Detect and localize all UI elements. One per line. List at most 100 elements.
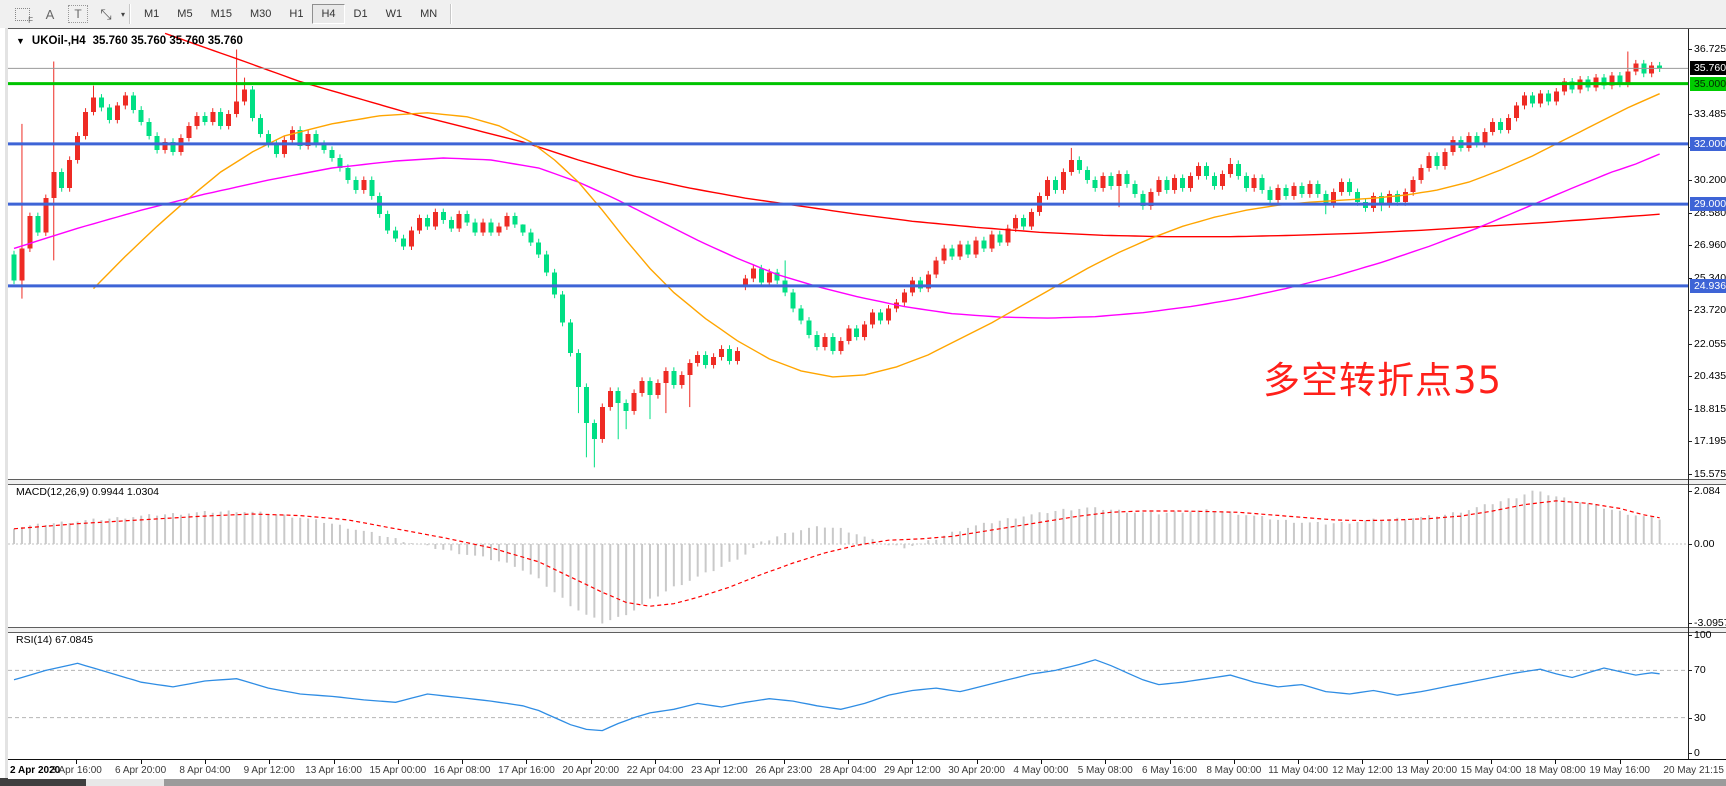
time-label: 19 May 16:00 [1589, 765, 1650, 776]
ma-slow-red [165, 33, 1660, 236]
price-tick-33.485: 33.485 [1694, 108, 1726, 120]
axis-tick-mark [1688, 441, 1692, 442]
timeframe-button-d1[interactable]: D1 [345, 4, 377, 24]
time-label: 13 Apr 16:00 [305, 765, 362, 776]
macd-histogram [14, 491, 1660, 624]
main-price-chart[interactable] [8, 30, 1688, 478]
time-label: 18 May 08:00 [1525, 765, 1586, 776]
axis-tick-mark [1688, 409, 1692, 410]
price-tick-20.435: 20.435 [1694, 370, 1726, 382]
time-tick-mark [1105, 760, 1106, 764]
time-label: 30 Apr 20:00 [948, 765, 1005, 776]
time-tick-mark [591, 760, 592, 764]
axis-tick-mark [1688, 376, 1692, 377]
time-label: 13 May 20:00 [1396, 765, 1457, 776]
price-tick-30.200: 30.200 [1694, 174, 1726, 186]
axis-tick-mark [1688, 544, 1692, 545]
blue-level-badge-29: 29.000 [1690, 197, 1726, 211]
time-label: 5 May 08:00 [1078, 765, 1133, 776]
blue-level-badge-32: 32.000 [1690, 137, 1726, 151]
axis-tick-mark [1688, 213, 1692, 214]
axis-tick-mark [1688, 180, 1692, 181]
time-tick-mark [205, 760, 206, 764]
rsi-indicator-pane[interactable] [8, 631, 1688, 759]
axis-tick-mark [1688, 753, 1692, 754]
mt4-window: F A T ⤡ ▾ M1M5M15M30H1H4D1W1MN ▼ UKOil-,… [0, 0, 1726, 786]
timeframe-button-m30[interactable]: M30 [241, 4, 280, 24]
ma-fast-orange [94, 94, 1660, 377]
rsi-tick-100: 100 [1694, 629, 1712, 641]
indicator-grid-f-icon[interactable]: F [9, 2, 35, 26]
rsi-label: RSI(14) 67.0845 [16, 634, 93, 646]
time-label: 28 Apr 04:00 [820, 765, 877, 776]
time-label: 20 May 21:15 [1663, 765, 1724, 776]
rsi-tick-30: 30 [1694, 712, 1706, 724]
axis-tick-mark [1688, 245, 1692, 246]
time-tick-mark [912, 760, 913, 764]
price-tick-23.720: 23.720 [1694, 304, 1726, 316]
time-tick-mark [76, 760, 77, 764]
time-label: 8 May 00:00 [1206, 765, 1261, 776]
dropdown-caret-icon[interactable]: ▾ [121, 10, 125, 19]
time-tick-mark [1041, 760, 1042, 764]
time-label: 6 May 16:00 [1142, 765, 1197, 776]
timeframe-button-w1[interactable]: W1 [377, 4, 412, 24]
text-label-icon[interactable]: T [68, 5, 88, 23]
time-tick-mark [462, 760, 463, 764]
axis-tick-mark [1688, 623, 1692, 624]
macd-tick--3.0957: -3.0957 [1694, 617, 1726, 629]
collapse-triangle-icon[interactable]: ▼ [16, 36, 25, 46]
price-axis-border [1688, 29, 1689, 759]
time-label: 12 May 12:00 [1332, 765, 1393, 776]
macd-label: MACD(12,26,9) 0.9944 1.0304 [16, 486, 159, 498]
time-axis[interactable]: 2 Apr 20203 Apr 16:006 Apr 20:008 Apr 04… [8, 759, 1726, 780]
timeframe-button-m15[interactable]: M15 [202, 4, 241, 24]
time-tick-mark [977, 760, 978, 764]
time-tick-mark [398, 760, 399, 764]
axis-tick-mark [1688, 670, 1692, 671]
timeframe-button-h4[interactable]: H4 [312, 4, 344, 24]
time-label: 9 Apr 12:00 [244, 765, 295, 776]
price-tick-26.960: 26.960 [1694, 239, 1726, 251]
time-label: 20 Apr 20:00 [562, 765, 619, 776]
time-label: 8 Apr 04:00 [179, 765, 230, 776]
axis-tick-mark [1688, 49, 1692, 50]
time-tick-mark [334, 760, 335, 764]
axis-tick-mark [1688, 474, 1692, 475]
axis-tick-mark [1688, 114, 1692, 115]
text-a-icon[interactable]: A [37, 2, 63, 26]
time-label: 15 May 04:00 [1461, 765, 1522, 776]
time-tick-mark [526, 760, 527, 764]
cursor-arrows-icon[interactable]: ⤡ [93, 2, 119, 26]
time-label: 26 Apr 23:00 [755, 765, 812, 776]
timeframe-button-m1[interactable]: M1 [135, 4, 168, 24]
timeframe-button-mn[interactable]: MN [411, 4, 446, 24]
rsi-tick-70: 70 [1694, 664, 1706, 676]
time-tick-mark [1298, 760, 1299, 764]
axis-tick-mark [1688, 491, 1692, 492]
time-label: 23 Apr 12:00 [691, 765, 748, 776]
time-label: 6 Apr 20:00 [115, 765, 166, 776]
price-tick-18.815: 18.815 [1694, 403, 1726, 415]
time-tick-mark [719, 760, 720, 764]
toolbar: F A T ⤡ ▾ M1M5M15M30H1H4D1W1MN [0, 0, 1726, 29]
toolbar-separator [129, 4, 131, 24]
blue-level-badge-24936: 24.936 [1690, 279, 1726, 293]
axis-tick-mark [1688, 635, 1692, 636]
timeframe-button-m5[interactable]: M5 [168, 4, 201, 24]
time-tick-mark [655, 760, 656, 764]
time-label: 3 Apr 16:00 [51, 765, 102, 776]
time-tick-mark [1170, 760, 1171, 764]
time-tick-mark [1427, 760, 1428, 764]
green-level-badge: 35.000 [1690, 77, 1726, 91]
time-label: 22 Apr 04:00 [627, 765, 684, 776]
macd-indicator-pane[interactable] [8, 484, 1688, 628]
time-tick-mark [1362, 760, 1363, 764]
timeframe-button-group: M1M5M15M30H1H4D1W1MN [135, 4, 446, 24]
time-label: 17 Apr 16:00 [498, 765, 555, 776]
rsi-tick-0: 0 [1694, 747, 1700, 759]
axis-tick-mark [1688, 310, 1692, 311]
timeframe-button-h1[interactable]: H1 [280, 4, 312, 24]
chart-frame: ▼ UKOil-,H4 35.760 35.760 35.760 35.760 … [8, 28, 1726, 779]
axis-tick-mark [1688, 344, 1692, 345]
